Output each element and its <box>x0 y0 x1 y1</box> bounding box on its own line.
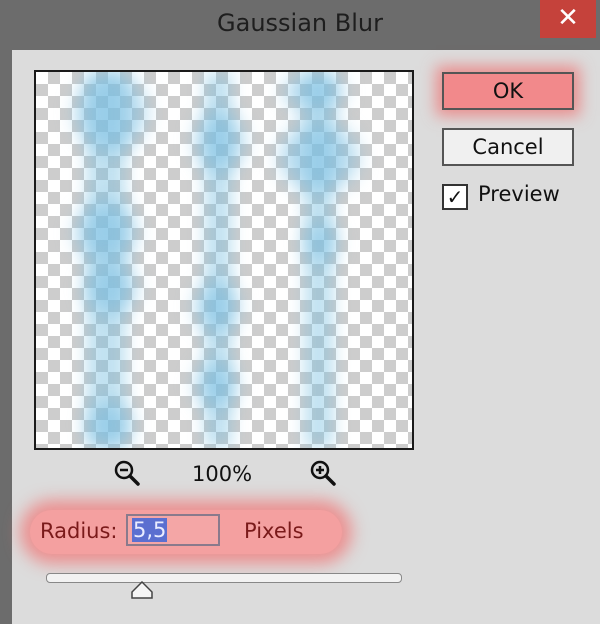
radius-input[interactable]: 5,5 <box>126 514 220 546</box>
radius-value: 5,5 <box>132 518 168 542</box>
preview-checkbox[interactable]: ✓ <box>442 184 468 210</box>
radius-slider[interactable] <box>46 573 402 583</box>
ok-button[interactable]: OK <box>442 72 574 110</box>
dialog-body: OK Cancel ✓ Preview 100% Radius: 5,5 Pix… <box>12 50 600 624</box>
preview-label: Preview <box>478 182 560 206</box>
blur-preview-canvas[interactable] <box>34 70 414 450</box>
radius-control: Radius: 5,5 Pixels <box>30 510 342 554</box>
title-bar: Gaussian Blur ✕ <box>0 0 600 50</box>
zoom-out-icon[interactable] <box>112 458 142 488</box>
checkmark-icon: ✓ <box>446 185 464 209</box>
zoom-in-icon[interactable] <box>308 458 338 488</box>
pixels-unit-label: Pixels <box>244 519 304 543</box>
zoom-controls: 100% <box>112 458 342 492</box>
cancel-button[interactable]: Cancel <box>442 128 574 166</box>
radius-slider-thumb[interactable] <box>131 581 153 599</box>
gaussian-blur-dialog: Gaussian Blur ✕ OK Cancel ✓ Preview 100%… <box>0 0 600 624</box>
close-button[interactable]: ✕ <box>540 0 596 38</box>
close-icon: ✕ <box>557 3 579 33</box>
dialog-title: Gaussian Blur <box>217 9 383 37</box>
zoom-level: 100% <box>192 462 253 486</box>
radius-label: Radius: <box>40 519 118 543</box>
